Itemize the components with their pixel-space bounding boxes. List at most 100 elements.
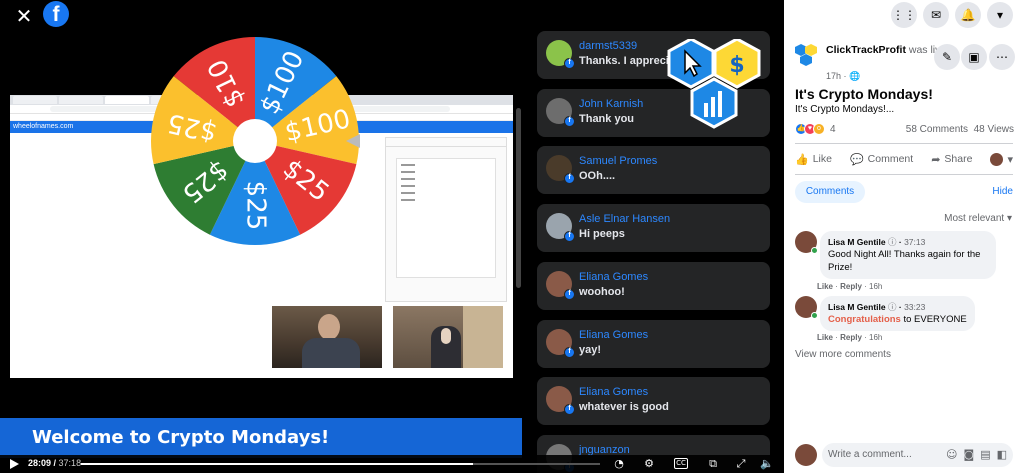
live-comment-item: f Samuel Promes OOh....	[537, 146, 770, 195]
comment-text: Good Night All! Thanks again for the Pri…	[828, 249, 981, 273]
miniplayer-icon[interactable]: ⧉	[706, 457, 720, 471]
author-name[interactable]: ClickTrackProfit	[826, 44, 906, 56]
commenter-name[interactable]: Eliana Gomes	[579, 329, 648, 341]
menu-grid-icon[interactable]: ⋮⋮	[891, 2, 917, 28]
wheel-hub[interactable]	[233, 119, 277, 163]
sort-dropdown[interactable]: Most relevant ▾	[944, 213, 1012, 224]
wheel-segment-label: $25	[241, 181, 271, 231]
avatar	[795, 444, 817, 466]
avatar[interactable]	[795, 231, 818, 254]
commenter-name[interactable]: darmst5339	[579, 40, 637, 52]
avatar[interactable]: f	[546, 97, 575, 127]
share-button[interactable]: ➦ Share	[931, 153, 972, 166]
emoji-icon[interactable]: ☺	[946, 443, 957, 467]
browser-tab	[105, 96, 149, 104]
reaction-count: 4	[830, 123, 836, 135]
comment-actions: Like · Reply · 16h	[817, 282, 883, 291]
avatar[interactable]	[795, 296, 818, 319]
comment-text: Congratulations to EVERYONE	[828, 314, 967, 325]
webcam-host	[272, 306, 382, 368]
chevron-down-icon: ▾	[1007, 152, 1013, 166]
welcome-banner: Welcome to Crypto Mondays!	[0, 418, 522, 458]
play-icon[interactable]	[10, 459, 19, 469]
comment-bubble: Lisa M Gentile ⓘ · 33:23 Congratulations…	[820, 296, 975, 331]
comment-like-link[interactable]: Like	[817, 333, 833, 342]
captions-toggle-icon[interactable]: ◔	[612, 457, 626, 471]
facebook-badge-icon: f	[564, 173, 575, 185]
settings-gear-icon[interactable]: ⚙	[642, 457, 656, 471]
live-comment-item: f Eliana Gomes woohoo!	[537, 261, 770, 310]
avatar[interactable]: f	[546, 155, 575, 185]
post-timestamp[interactable]: 17h · 🌐	[826, 71, 860, 82]
comment-text: woohoo!	[579, 285, 625, 298]
wheel-of-names: $10 $100 $100 $25 $25 $25 $25	[150, 36, 360, 246]
wow-reaction-icon: o	[813, 123, 825, 135]
account-chevron-icon[interactable]: ▾	[987, 2, 1013, 28]
react-as-button[interactable]: ▾	[990, 152, 1013, 166]
live-comment-item: f Eliana Gomes yay!	[537, 319, 770, 368]
avatar[interactable]: f	[546, 386, 575, 416]
view-more-comments-link[interactable]: View more comments	[795, 349, 891, 360]
live-comment-item: f Asle Elnar Hansen Hi peeps	[537, 204, 770, 253]
commenter-name[interactable]: Samuel Promes	[579, 155, 657, 167]
notifications-bell-icon[interactable]: 🔔	[955, 2, 981, 28]
commenter-name[interactable]: Eliana Gomes	[579, 271, 648, 283]
post-sidebar: ⋮⋮ ✉ 🔔 ▾ ClickTrackProfit was live. 17h …	[784, 0, 1024, 473]
avatar[interactable]: f	[546, 213, 575, 243]
video-player[interactable]: ✕ f wheelofnames.com $10 $100 $100 $25 $…	[0, 0, 784, 473]
volume-icon[interactable]: 🔈	[760, 457, 774, 471]
facebook-badge-icon: f	[564, 58, 575, 69]
messenger-icon[interactable]: ✉	[923, 2, 949, 28]
author-avatar[interactable]	[795, 44, 817, 68]
facebook-logo[interactable]: f	[43, 1, 69, 27]
like-button[interactable]: 👍 Like	[795, 153, 832, 166]
comments-count[interactable]: 58 Comments	[906, 124, 968, 135]
progress-bar[interactable]	[81, 463, 600, 465]
commenter-name[interactable]: Asle Elnar Hansen	[579, 213, 670, 225]
comment-text: Hi peeps	[579, 228, 625, 241]
post-actions: 👍 Like 💬 Comment ➦ Share ▾	[795, 150, 1013, 168]
sidebar-header: ⋮⋮ ✉ 🔔 ▾	[784, 0, 1024, 29]
comment-like-link[interactable]: Like	[817, 282, 833, 291]
commenter-name[interactable]: John Karnish	[579, 98, 643, 110]
gif-icon[interactable]: ▤	[980, 443, 990, 467]
sticker-icon[interactable]: ◧	[997, 443, 1007, 467]
avatar[interactable]: f	[546, 40, 575, 69]
live-comment-item: f Eliana Gomes whatever is good	[537, 377, 770, 426]
post-title: It's Crypto Mondays!	[795, 86, 933, 102]
facebook-badge-icon: f	[564, 231, 575, 243]
avatar[interactable]: f	[546, 270, 575, 300]
avatar	[990, 152, 1004, 166]
facebook-badge-icon: f	[564, 346, 575, 358]
fullscreen-icon[interactable]: ⤢	[734, 457, 748, 471]
commenter-name[interactable]: Eliana Gomes	[579, 386, 648, 398]
camera-icon[interactable]: ◙	[964, 443, 975, 467]
write-comment-input[interactable]: Write a comment... ☺ ◙ ▤ ◧	[822, 443, 1013, 467]
svg-text:$: $	[729, 53, 744, 78]
reactions-summary[interactable]: 👍 ♥ o 4	[795, 122, 836, 136]
tab-comments[interactable]: Comments	[795, 181, 865, 203]
views-count: 48 Views	[973, 124, 1014, 135]
comment-reply-link[interactable]: Reply	[840, 282, 862, 291]
save-icon[interactable]: ▣	[961, 44, 987, 70]
pin-icon[interactable]: ✎	[934, 44, 960, 70]
speech-bubble-icon: 💬	[849, 152, 864, 166]
comment-text: OOh....	[579, 170, 616, 183]
post-stats: 58 Comments 48 Views	[906, 124, 1014, 135]
browser-tab	[13, 96, 57, 104]
cc-icon[interactable]: CC	[674, 458, 688, 469]
more-options-icon[interactable]: ⋯	[989, 44, 1015, 70]
scrollbar[interactable]	[516, 108, 521, 288]
comment-actions: Like · Reply · 16h	[817, 333, 883, 342]
hide-comments-link[interactable]: Hide	[992, 186, 1013, 197]
share-icon: ➦	[931, 152, 941, 166]
avatar[interactable]: f	[546, 328, 575, 358]
facebook-badge-icon: f	[564, 404, 575, 416]
comment-text: yay!	[579, 343, 602, 356]
clicktrackprofit-logo: $	[667, 37, 763, 131]
close-icon[interactable]: ✕	[14, 6, 34, 26]
comment-button[interactable]: 💬 Comment	[850, 153, 913, 166]
entries-panel	[385, 137, 507, 302]
player-controls: 28:09 / 37:18 ◔ ⚙ CC ⧉ ⤢ 🔈	[0, 455, 784, 473]
comment-reply-link[interactable]: Reply	[840, 333, 862, 342]
